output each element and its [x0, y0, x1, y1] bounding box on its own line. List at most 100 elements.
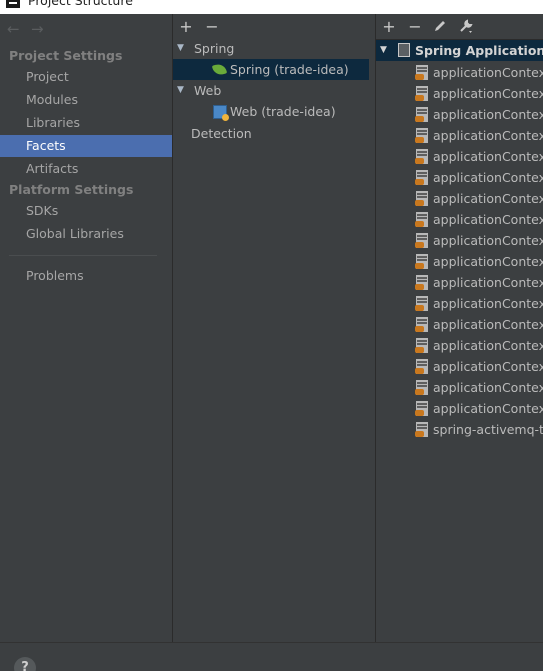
spring-xml-file-icon — [415, 170, 428, 185]
context-file-row[interactable]: applicationContext_ — [376, 230, 543, 251]
tree-item-detection[interactable]: Detection — [173, 123, 369, 144]
spring-leaf-icon — [211, 62, 228, 77]
spring-xml-file-icon — [415, 296, 428, 311]
context-file-row[interactable]: applicationContext_ — [376, 167, 543, 188]
context-file-tree: ▼ Spring Application Context application… — [376, 39, 543, 642]
context-file-row[interactable]: applicationContext_ — [376, 62, 543, 83]
context-file-label: spring-activemq-to — [433, 422, 543, 437]
tree-item-web-trade-idea[interactable]: Web (trade-idea) — [173, 101, 369, 122]
context-file-label: applicationContext_ — [433, 128, 543, 143]
window-title: Project Structure — [28, 0, 133, 8]
context-file-label: applicationContext_ — [433, 86, 543, 101]
context-file-row[interactable]: applicationContext_ — [376, 272, 543, 293]
facets-tree-panel: + − ▼ Spring Spring (trade-idea) ▼ Web W… — [173, 14, 374, 642]
context-file-label: applicationContext_ — [433, 254, 543, 269]
nav-item-facets[interactable]: Facets — [0, 135, 172, 157]
help-button[interactable]: ? — [14, 657, 36, 671]
tree-group-spring[interactable]: ▼ Spring — [173, 38, 369, 59]
history-arrows: ← → — [7, 20, 51, 38]
context-file-label: applicationContext_ — [433, 191, 543, 206]
tree-group-label: Spring — [194, 41, 235, 56]
context-file-label: applicationContext_ — [433, 275, 543, 290]
application-context-panel: + − ▼ Spring Application Context applica… — [376, 14, 543, 642]
context-file-label: applicationContext_ — [433, 212, 543, 227]
back-arrow-icon[interactable]: ← — [7, 20, 27, 38]
add-facet-button[interactable]: + — [176, 17, 196, 37]
context-file-row[interactable]: applicationContext_ — [376, 104, 543, 125]
nav-item-problems[interactable]: Problems — [0, 265, 172, 287]
spring-xml-file-icon — [415, 254, 428, 269]
expanded-triangle-icon[interactable]: ▼ — [177, 80, 184, 101]
spring-xml-file-icon — [415, 338, 428, 353]
context-file-row[interactable]: applicationContext_ — [376, 251, 543, 272]
context-file-label: applicationContext_ — [433, 317, 543, 332]
context-file-label: applicationContext_ — [433, 401, 543, 416]
remove-facet-button[interactable]: − — [202, 17, 222, 37]
context-file-row[interactable]: applicationContext_ — [376, 83, 543, 104]
nav-item-artifacts[interactable]: Artifacts — [0, 158, 172, 180]
edit-pencil-icon[interactable] — [433, 19, 447, 33]
dialog-footer: ? — [0, 642, 543, 671]
tree-group-web[interactable]: ▼ Web — [173, 80, 369, 101]
nav-item-modules[interactable]: Modules — [0, 89, 172, 111]
app-icon — [6, 0, 20, 8]
context-file-label: applicationContext_ — [433, 170, 543, 185]
nav-item-sdks[interactable]: SDKs — [0, 200, 172, 222]
context-file-label: applicationContext_ — [433, 380, 543, 395]
remove-context-button[interactable]: − — [405, 17, 425, 37]
context-file-row[interactable]: applicationContext_ — [376, 314, 543, 335]
context-file-row[interactable]: applicationContext_ — [376, 377, 543, 398]
forward-arrow-icon[interactable]: → — [31, 20, 51, 38]
spring-xml-file-icon — [415, 128, 428, 143]
context-file-label: applicationContext_ — [433, 296, 543, 311]
add-context-button[interactable]: + — [379, 17, 399, 37]
expanded-triangle-icon[interactable]: ▼ — [380, 40, 387, 61]
project-settings-heading: Project Settings — [9, 48, 123, 63]
context-file-row[interactable]: applicationContext_ — [376, 335, 543, 356]
context-file-row[interactable]: applicationContext_ — [376, 398, 543, 419]
context-file-label: applicationContext_ — [433, 359, 543, 374]
context-file-label: applicationContext_ — [433, 149, 543, 164]
context-file-label: applicationContext_ — [433, 65, 543, 80]
context-file-label: applicationContext_ — [433, 338, 543, 353]
nav-item-libraries[interactable]: Libraries — [0, 112, 172, 134]
context-file-row[interactable]: applicationContext_ — [376, 356, 543, 377]
nav-divider — [9, 255, 157, 256]
expanded-triangle-icon[interactable]: ▼ — [177, 38, 184, 59]
context-file-row[interactable]: applicationContext_ — [376, 188, 543, 209]
tree-item-spring-trade-idea[interactable]: Spring (trade-idea) — [173, 59, 369, 80]
platform-settings-heading: Platform Settings — [9, 182, 134, 197]
context-group-row[interactable]: ▼ Spring Application Context — [376, 40, 543, 61]
context-toolbar: + − — [376, 14, 543, 38]
spring-xml-file-icon — [415, 149, 428, 164]
application-context-icon — [398, 43, 410, 57]
spring-xml-file-icon — [415, 65, 428, 80]
context-file-label: applicationContext_ — [433, 107, 543, 122]
settings-navigation: ← → Project Settings Project Modules Lib… — [0, 14, 172, 642]
spring-xml-file-icon — [415, 401, 428, 416]
title-bar: Project Structure — [0, 0, 543, 14]
context-file-row[interactable]: applicationContext_ — [376, 125, 543, 146]
context-file-row[interactable]: applicationContext_ — [376, 146, 543, 167]
spring-xml-file-icon — [415, 86, 428, 101]
spring-xml-file-icon — [415, 233, 428, 248]
nav-item-global-libraries[interactable]: Global Libraries — [0, 223, 172, 245]
tree-item-label: Detection — [191, 126, 252, 141]
tree-group-label: Web — [194, 83, 222, 98]
spring-xml-file-icon — [415, 107, 428, 122]
tree-item-label: Spring (trade-idea) — [230, 62, 349, 77]
spring-xml-file-icon — [415, 275, 428, 290]
wrench-icon[interactable] — [458, 18, 474, 34]
nav-item-project[interactable]: Project — [0, 66, 172, 88]
context-file-row[interactable]: spring-activemq-to — [376, 419, 543, 440]
spring-xml-file-icon — [415, 212, 428, 227]
tree-item-label: Web (trade-idea) — [230, 104, 336, 119]
spring-xml-file-icon — [415, 191, 428, 206]
context-file-row[interactable]: applicationContext_ — [376, 209, 543, 230]
spring-xml-file-icon — [415, 359, 428, 374]
context-group-label: Spring Application Context — [415, 43, 543, 58]
context-file-row[interactable]: applicationContext_ — [376, 293, 543, 314]
context-file-label: applicationContext_ — [433, 233, 543, 248]
spring-xml-file-icon — [415, 422, 428, 437]
spring-xml-file-icon — [415, 380, 428, 395]
